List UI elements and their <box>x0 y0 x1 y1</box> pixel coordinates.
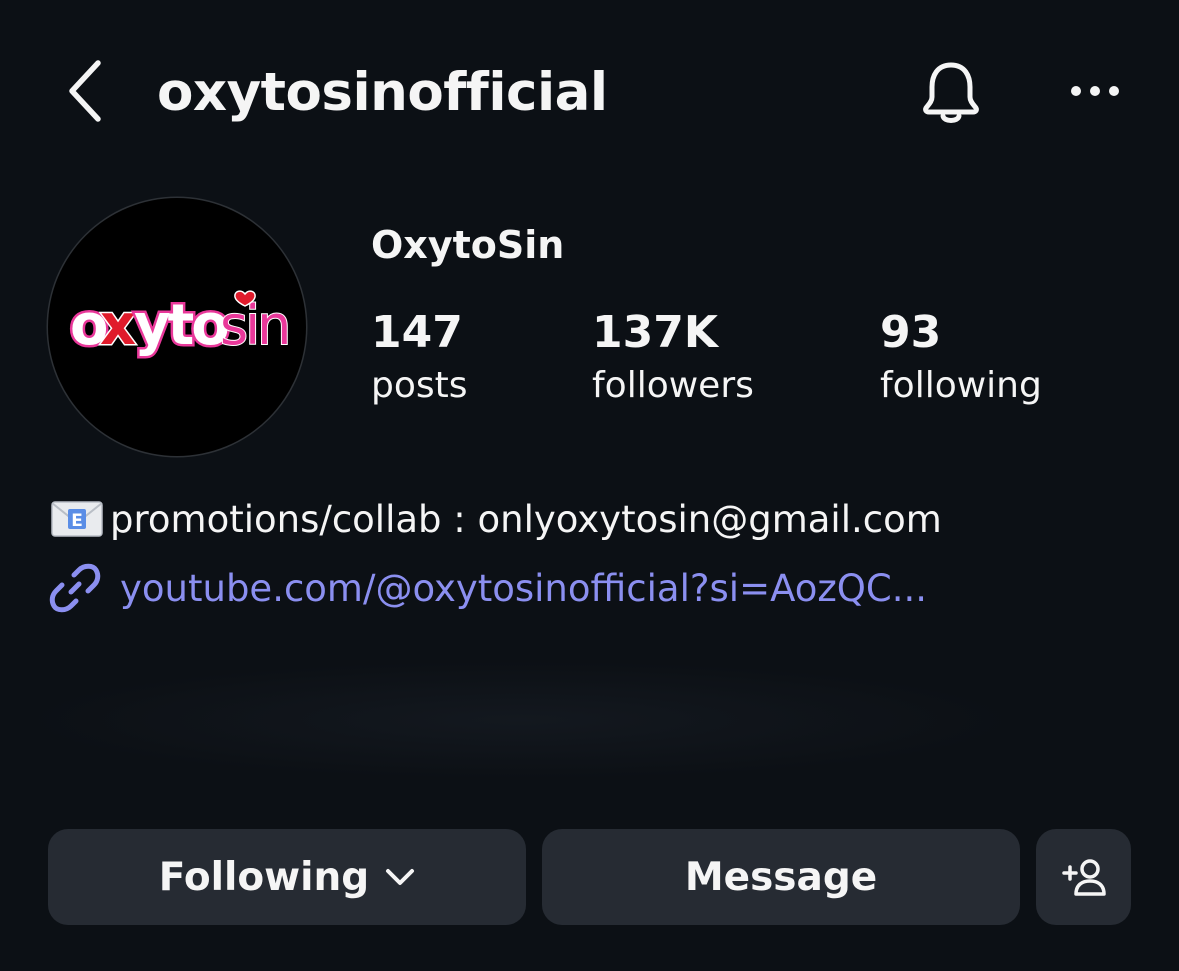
more-horizontal-icon <box>1071 86 1119 96</box>
following-button-label: Following <box>158 854 370 900</box>
profile-username-title: oxytosinofficial <box>157 62 608 123</box>
following-button[interactable]: Following <box>48 829 526 925</box>
bell-icon <box>923 62 979 123</box>
following-count[interactable]: 93 following <box>880 306 1042 412</box>
svg-text:yto: yto <box>134 293 228 358</box>
profile-avatar[interactable]: o x yto sin <box>48 198 306 456</box>
followers-count[interactable]: 137K followers <box>592 306 754 412</box>
posts-label: posts <box>371 365 468 406</box>
svg-text:x: x <box>100 293 136 358</box>
back-button[interactable] <box>56 56 116 126</box>
profile-display-name: OxytoSin <box>371 223 565 267</box>
bio-email-text: promotions/collab : onlyoxytosin@gmail.c… <box>110 497 942 541</box>
suggested-accounts-button[interactable] <box>1036 829 1131 925</box>
posts-count[interactable]: 147 posts <box>371 306 468 412</box>
bio-link-text[interactable]: youtube.com/@oxytosinofficial?si=AozQC..… <box>120 567 927 610</box>
bio-link[interactable]: youtube.com/@oxytosinofficial?si=AozQC..… <box>48 558 927 618</box>
followers-value: 137K <box>592 307 718 358</box>
blurred-content-area <box>20 660 1020 780</box>
more-options-button[interactable] <box>1060 68 1130 114</box>
following-value: 93 <box>880 307 942 358</box>
message-button[interactable]: Message <box>542 829 1020 925</box>
chevron-left-icon <box>69 60 101 122</box>
link-icon <box>48 561 102 615</box>
svg-text:E: E <box>71 511 83 531</box>
following-label: following <box>880 365 1042 406</box>
envelope-emoji-icon: E <box>51 501 103 537</box>
profile-screen: oxytosinofficial o x yto sin OxytoSin 14… <box>0 0 1179 971</box>
svg-text:sin: sin <box>220 294 288 357</box>
message-button-label: Message <box>684 854 878 900</box>
followers-label: followers <box>592 365 754 406</box>
bio-email-line: E promotions/collab : onlyoxytosin@gmail… <box>50 494 942 544</box>
add-user-icon <box>1061 859 1106 896</box>
posts-value: 147 <box>371 307 463 358</box>
oxytosin-logo: o x yto sin <box>68 290 292 361</box>
chevron-down-icon <box>385 867 415 887</box>
notifications-button[interactable] <box>912 54 990 132</box>
